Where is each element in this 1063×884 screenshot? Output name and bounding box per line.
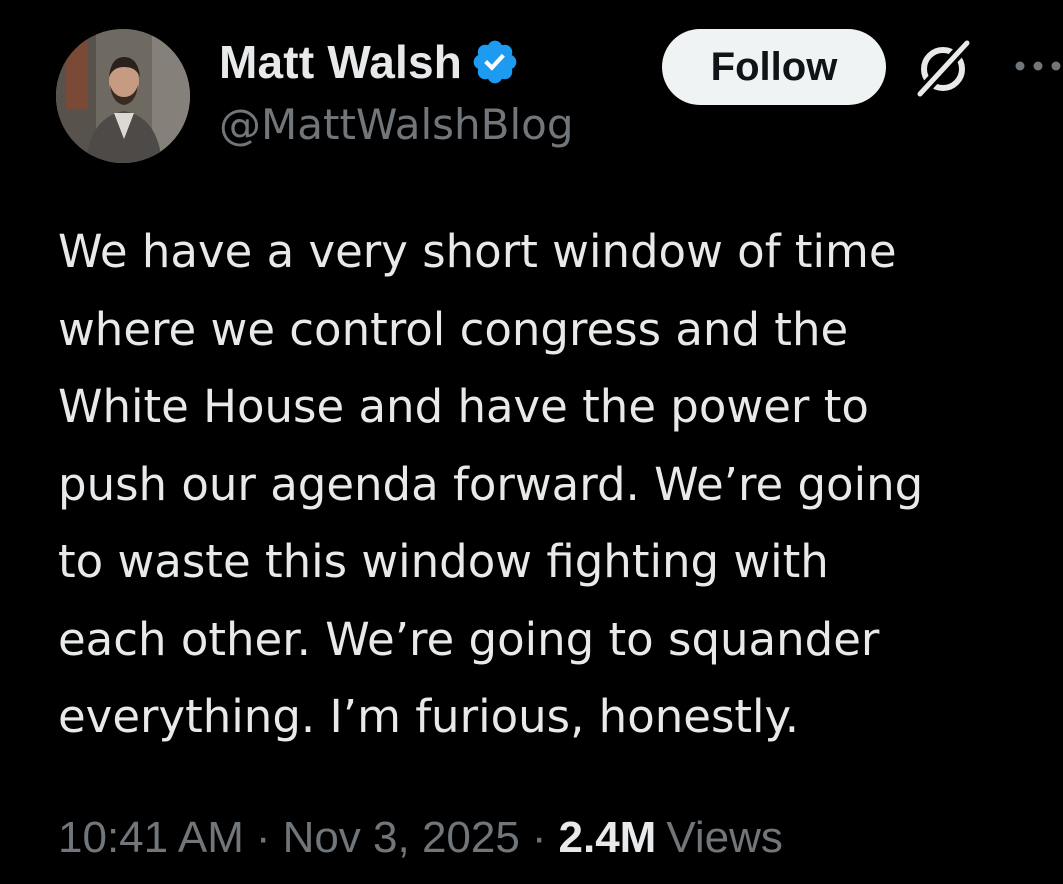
author-name-row: Matt Walsh: [219, 34, 520, 90]
tweet-text-line: where we control congress and the: [58, 302, 849, 356]
tweet-time[interactable]: 10:41 AM: [58, 813, 244, 863]
tweet-text-line: to waste this window fighting with: [58, 535, 829, 588]
tweet-text-line: everything. I’m furious, honestly.: [58, 690, 800, 743]
more-options-icon[interactable]: [1012, 54, 1063, 78]
display-name[interactable]: Matt Walsh: [219, 35, 462, 89]
tweet-text-line: White House and have the power to: [58, 380, 869, 433]
views-label: Views: [666, 813, 783, 862]
separator: ·: [531, 813, 547, 862]
verified-badge-icon[interactable]: [470, 37, 520, 87]
tweet-text-line: push our agenda forward. We’re going: [58, 457, 924, 511]
tweet-date[interactable]: Nov 3, 2025: [283, 813, 520, 863]
follow-button[interactable]: Follow: [662, 29, 886, 105]
tweet-text-line: We have a very short window of time: [58, 225, 897, 278]
tweet-text-line: each other. We’re going to squander: [58, 612, 880, 666]
tweet-text: We have a very short window of time wher…: [58, 213, 1048, 756]
avatar[interactable]: [56, 29, 190, 163]
tweet-metadata: 10:41 AM · Nov 3, 2025 · 2.4M Views: [58, 810, 783, 866]
views-count[interactable]: 2.4M: [559, 813, 657, 863]
author-handle[interactable]: @MattWalshBlog: [219, 100, 574, 149]
grok-icon[interactable]: [912, 37, 974, 101]
separator: ·: [255, 813, 271, 862]
